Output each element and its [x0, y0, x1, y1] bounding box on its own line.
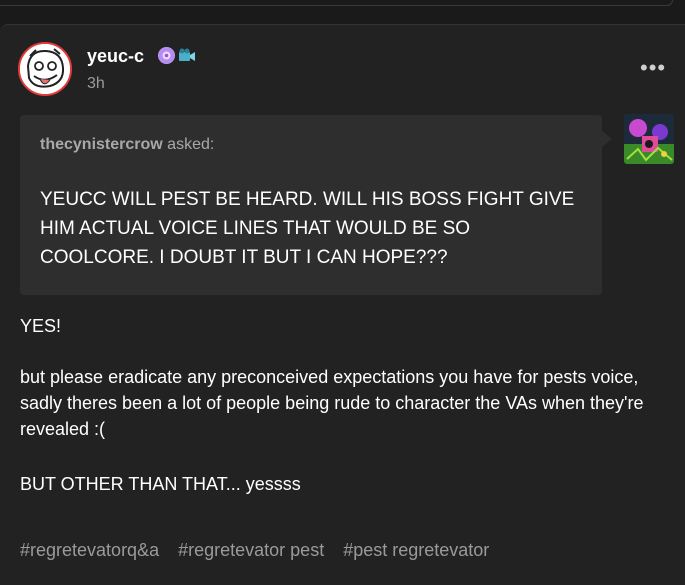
asker-name[interactable]: thecynistercrow — [40, 136, 163, 153]
ask-box: thecynistercrow asked: YEUCC WILL PEST B… — [20, 115, 612, 295]
answer-paragraph-1: YES! — [20, 316, 62, 336]
top-bar — [0, 0, 685, 24]
tag-link[interactable]: #regretevatorq&a — [20, 540, 159, 560]
blog-username[interactable]: yeuc-c — [87, 46, 144, 67]
more-dots-icon[interactable]: ••• — [640, 57, 668, 79]
ask-question: YEUCC WILL PEST BE HEARD. WILL HIS BOSS … — [40, 189, 575, 268]
post-tags: #regretevatorq&a #regretevator pest #pes… — [20, 540, 503, 561]
previous-post-edge — [0, 0, 673, 6]
blog-avatar-icon[interactable] — [18, 42, 72, 96]
tag-link[interactable]: #regretevator pest — [178, 540, 324, 560]
asker-line: thecynistercrow asked: — [40, 136, 214, 154]
post-card — [0, 24, 685, 585]
answer-paragraph-3: BUT OTHER THAN THAT... yessss — [20, 474, 301, 494]
tag-link[interactable]: #pest regretevator — [343, 540, 489, 560]
asked-label: asked: — [167, 136, 215, 153]
purple-flower-badge-icon[interactable] — [158, 47, 175, 64]
asker-avatar-icon[interactable] — [624, 114, 674, 164]
answer-paragraph-2: but please eradicate any preconceived ex… — [20, 367, 644, 439]
film-camera-badge-icon[interactable] — [178, 48, 196, 64]
post-timestamp[interactable]: 3h — [87, 75, 105, 93]
